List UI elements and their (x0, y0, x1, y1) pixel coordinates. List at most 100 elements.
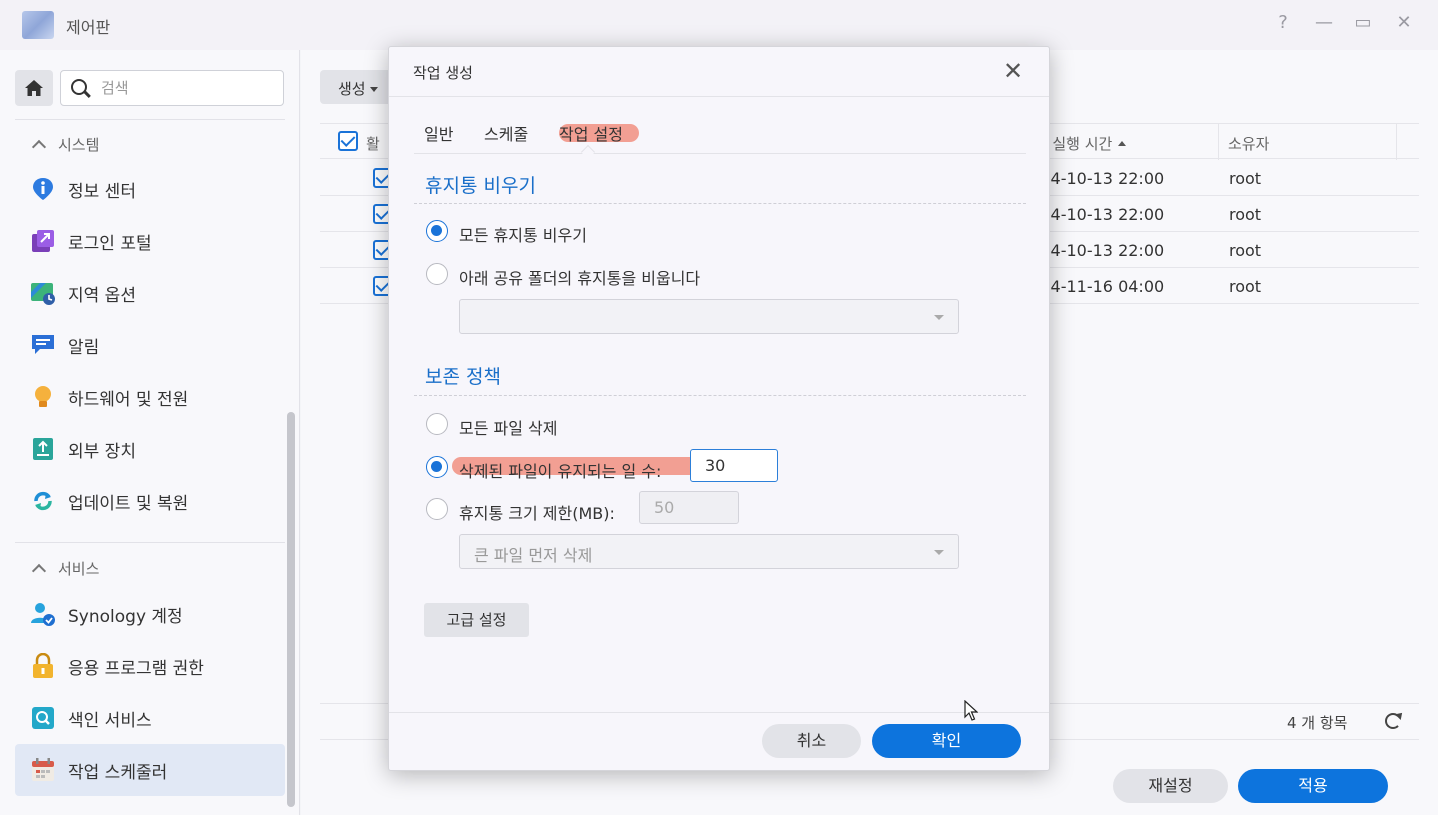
section-system-label: 시스템 (58, 136, 100, 154)
sidebar-item-label: 외부 장치 (68, 441, 136, 462)
size-strategy-select[interactable]: 큰 파일 먼저 삭제 (459, 534, 959, 569)
row-owner: root (1229, 169, 1262, 188)
indexing-service-icon (30, 705, 56, 731)
sidebar-item-external-devices[interactable]: 외부 장치 (15, 423, 285, 475)
column-divider (1218, 124, 1219, 160)
sidebar-item-label: 로그인 포털 (68, 233, 152, 254)
active-tab-pointer (580, 144, 596, 160)
login-portal-icon (30, 228, 56, 254)
section-divider (414, 203, 1026, 204)
sidebar-item-label: 지역 옵션 (68, 285, 136, 306)
radio-empty-all-recycle[interactable] (426, 220, 448, 242)
sidebar-item-label: 작업 스케줄러 (68, 762, 168, 783)
close-window-icon[interactable]: ✕ (1392, 12, 1416, 33)
sidebar-item-regional-options[interactable]: 지역 옵션 (15, 267, 285, 319)
radio-empty-shared-recycle[interactable] (426, 263, 448, 285)
sidebar-item-update-restore[interactable]: 업데이트 및 복원 (15, 475, 285, 527)
external-device-icon (30, 436, 56, 462)
radio-delete-all-files[interactable] (426, 413, 448, 435)
select-all-checkbox[interactable] (338, 131, 358, 151)
sidebar-item-task-scheduler[interactable]: 작업 스케줄러 (15, 744, 285, 796)
tab-task-settings[interactable]: 작업 설정 (559, 121, 623, 145)
minimize-icon[interactable]: — (1312, 12, 1336, 33)
section-services-label: 서비스 (58, 560, 100, 578)
help-icon[interactable]: ? (1271, 12, 1295, 33)
sidebar-item-login-portal[interactable]: 로그인 포털 (15, 215, 285, 267)
refresh-icon[interactable] (1385, 713, 1401, 729)
item-count: 4 개 항목 (1287, 714, 1348, 732)
recycle-size-input[interactable] (639, 491, 739, 524)
row-owner: root (1229, 241, 1262, 260)
home-button[interactable] (15, 70, 53, 106)
dialog-footer-divider (389, 712, 1049, 713)
radio-recycle-size-limit-label[interactable]: 휴지통 크기 제한(MB): (459, 500, 615, 524)
sidebar-item-indexing-service[interactable]: 색인 서비스 (15, 692, 285, 744)
radio-delete-all-files-label[interactable]: 모든 파일 삭제 (459, 415, 558, 439)
radio-retention-days[interactable] (426, 456, 448, 478)
caret-down-icon (934, 315, 944, 320)
caret-down-icon (369, 87, 378, 92)
sidebar-item-info-center[interactable]: 정보 센터 (15, 163, 285, 215)
radio-retention-days-label[interactable]: 삭제된 파일이 유지되는 일 수: (459, 458, 661, 482)
regional-options-icon (30, 280, 56, 306)
radio-recycle-size-limit[interactable] (426, 498, 448, 520)
chevron-up-icon (31, 139, 47, 155)
radio-empty-all-recycle-label[interactable]: 모든 휴지통 비우기 (459, 222, 587, 246)
apply-button[interactable]: 적용 (1238, 769, 1388, 803)
chevron-up-icon (31, 563, 47, 579)
close-icon[interactable]: ✕ (1003, 59, 1023, 83)
search-field[interactable] (60, 70, 284, 106)
notification-icon (30, 332, 56, 358)
reset-button[interactable]: 재설정 (1113, 769, 1228, 803)
column-owner[interactable]: 소유자 (1228, 133, 1269, 154)
sidebar-item-hardware-power[interactable]: 하드웨어 및 전원 (15, 371, 285, 423)
mouse-cursor-icon (964, 700, 978, 721)
cancel-button[interactable]: 취소 (762, 724, 861, 758)
retention-days-input[interactable] (690, 449, 778, 482)
search-input[interactable] (101, 77, 271, 99)
sidebar: 시스템 정보 센터 로그인 포털 지역 옵션 알림 하드웨어 및 전원 외부 장… (0, 50, 300, 815)
column-enabled[interactable]: 활 (366, 133, 380, 154)
retention-section-title: 보존 정책 (425, 366, 501, 388)
section-divider (414, 395, 1026, 396)
tab-schedule[interactable]: 스케줄 (484, 121, 528, 145)
sidebar-scrollbar[interactable] (287, 412, 295, 807)
sidebar-item-label: Synology 계정 (68, 606, 183, 627)
search-icon (71, 79, 87, 95)
sidebar-item-app-privileges[interactable]: 응용 프로그램 권한 (15, 640, 285, 692)
sidebar-item-label: 업데이트 및 복원 (68, 493, 189, 514)
sidebar-item-label: 알림 (68, 337, 100, 358)
section-system[interactable]: 시스템 (31, 134, 100, 155)
shared-folder-select[interactable] (459, 299, 959, 334)
create-task-dialog: 작업 생성 ✕ 일반 스케줄 작업 설정 휴지통 비우기 모든 휴지통 비우기 … (388, 46, 1050, 771)
caret-down-icon (934, 550, 944, 555)
sidebar-item-notification[interactable]: 알림 (15, 319, 285, 371)
home-icon (25, 80, 43, 96)
column-divider (1396, 124, 1397, 160)
ok-button[interactable]: 확인 (872, 724, 1021, 758)
dialog-title: 작업 생성 (413, 64, 473, 82)
sidebar-item-label: 색인 서비스 (68, 710, 152, 731)
dialog-header-divider (389, 96, 1049, 97)
section-services[interactable]: 서비스 (31, 558, 100, 579)
row-owner: root (1229, 277, 1262, 296)
sidebar-item-synology-account[interactable]: Synology 계정 (15, 588, 285, 640)
tab-general[interactable]: 일반 (424, 121, 453, 145)
tab-strip-line (414, 153, 1026, 154)
radio-empty-shared-recycle-label[interactable]: 아래 공유 폴더의 휴지통을 비웁니다 (459, 265, 700, 289)
sort-ascending-icon (1118, 141, 1127, 146)
maximize-icon[interactable]: ▭ (1351, 12, 1375, 33)
size-strategy-select-value: 큰 파일 먼저 삭제 (474, 546, 593, 565)
calendar-icon (30, 757, 56, 783)
window-title: 제어판 (66, 18, 111, 37)
sidebar-divider (15, 542, 285, 543)
window-titlebar: 제어판 ? — ▭ ✕ (0, 0, 1438, 50)
create-button[interactable]: 생성 (320, 70, 392, 104)
advanced-settings-button[interactable]: 고급 설정 (424, 603, 529, 637)
row-owner: root (1229, 205, 1262, 224)
create-button-label: 생성 (338, 80, 366, 98)
hardware-power-icon (30, 384, 56, 410)
sidebar-divider (15, 119, 285, 120)
lock-icon (30, 652, 56, 679)
synology-account-icon (30, 601, 56, 627)
